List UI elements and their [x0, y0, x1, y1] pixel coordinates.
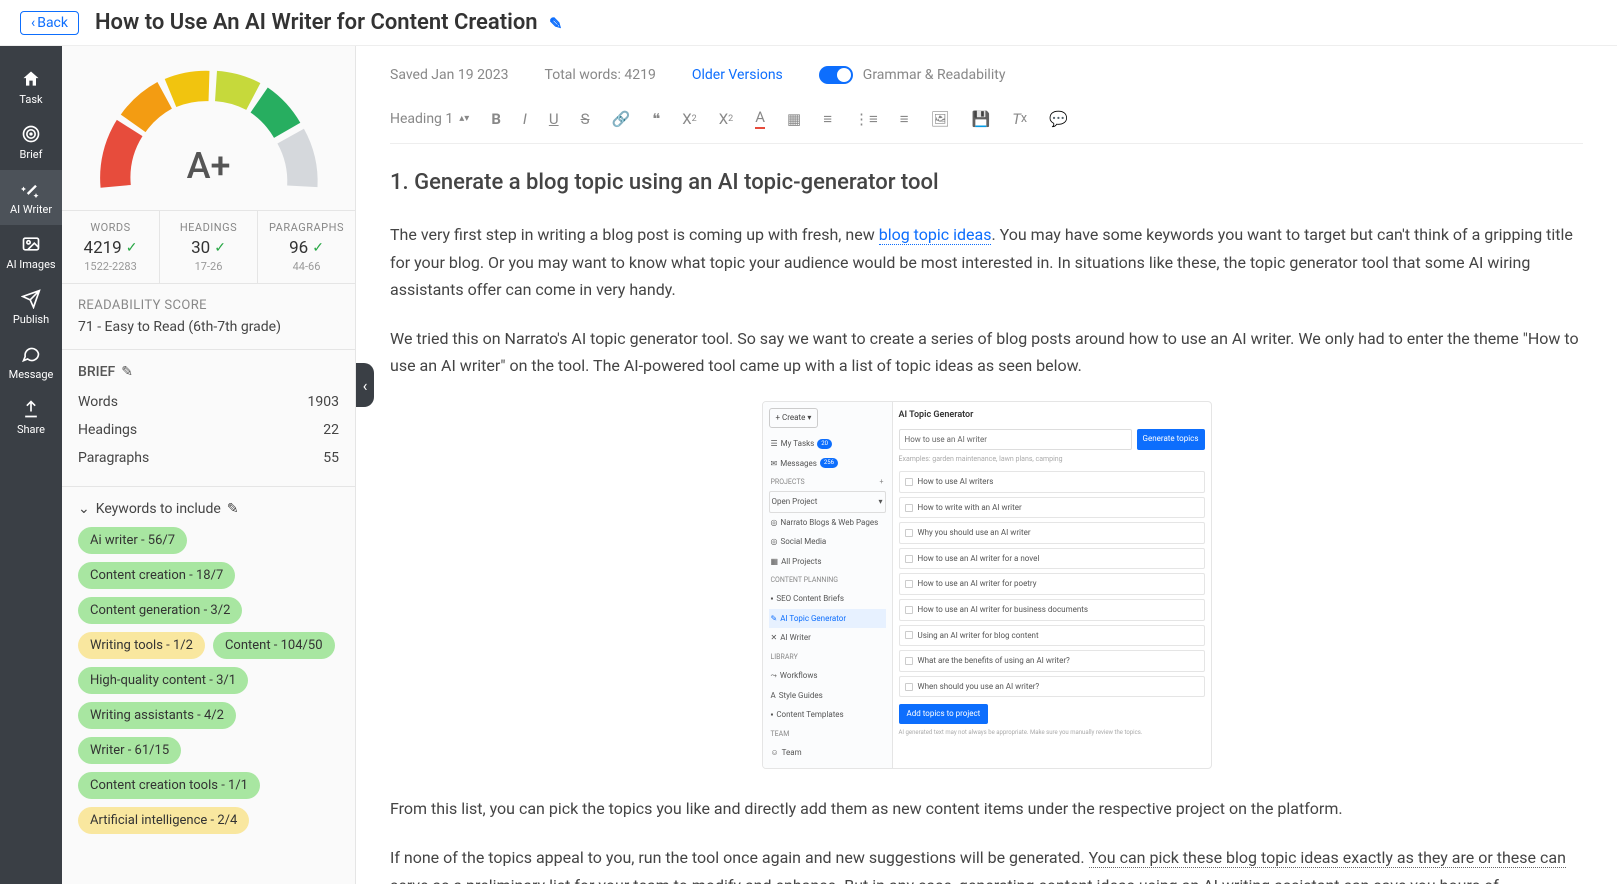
- edit-keywords-icon[interactable]: ✎: [227, 501, 239, 517]
- back-button[interactable]: ‹ Back: [20, 11, 79, 35]
- score-panel: A+ WORDS4219✓1522-2283HEADINGS30✓17-26PA…: [62, 46, 356, 884]
- total-words: Total words: 4219: [545, 67, 656, 83]
- saved-timestamp: Saved Jan 19 2023: [390, 67, 509, 83]
- back-label: Back: [37, 15, 68, 31]
- keyword-chip[interactable]: Content creation - 18/7: [78, 562, 235, 589]
- ordered-list-button[interactable]: ≡: [823, 110, 832, 128]
- brief-row: Words1903: [78, 388, 339, 416]
- content-p1: The very first step in writing a blog po…: [390, 221, 1583, 303]
- nav-rail: TaskBriefAI WriterAI ImagesPublishMessag…: [0, 46, 62, 884]
- stats-row: WORDS4219✓1522-2283HEADINGS30✓17-26PARAG…: [62, 210, 355, 284]
- nav-publish[interactable]: Publish: [0, 280, 62, 335]
- readability-value: 71 - Easy to Read (6th-7th grade): [78, 319, 339, 335]
- link-button[interactable]: 🔗: [612, 110, 631, 128]
- readability-title: READABILITY SCORE: [78, 298, 339, 313]
- heading-select[interactable]: Heading 1▴▾: [390, 111, 469, 127]
- content-p2: We tried this on Narrato's AI topic gene…: [390, 325, 1583, 379]
- keyword-chip[interactable]: Content - 104/50: [213, 632, 335, 659]
- comment-button[interactable]: 💬: [1049, 110, 1068, 128]
- grammar-toggle[interactable]: [819, 66, 853, 84]
- grammar-label: Grammar & Readability: [863, 67, 1006, 83]
- embedded-screenshot: + Create ▾ ☰My Tasks 20 ✉Messages 256 PR…: [762, 401, 1212, 769]
- brief-title: BRIEF ✎: [78, 364, 339, 380]
- nav-ai-images[interactable]: AI Images: [0, 225, 62, 280]
- stat-headings: HEADINGS30✓17-26: [160, 211, 258, 283]
- keyword-chip[interactable]: Content generation - 3/2: [78, 597, 242, 624]
- keyword-chips: Ai writer - 56/7 Content creation - 18/7 C…: [62, 527, 355, 850]
- underline-button[interactable]: U: [549, 110, 559, 128]
- content-p3: From this list, you can pick the topics …: [390, 795, 1583, 822]
- content-h1: 1. Generate a blog topic using an AI top…: [390, 164, 1583, 201]
- keyword-chip[interactable]: Ai writer - 56/7: [78, 527, 187, 554]
- blog-topic-link[interactable]: blog topic ideas: [879, 225, 992, 245]
- unordered-list-button[interactable]: ⋮≡: [854, 110, 878, 128]
- check-icon: ✓: [126, 240, 138, 256]
- bold-button[interactable]: B: [491, 110, 501, 128]
- collapse-panel-tab[interactable]: ‹: [356, 363, 374, 407]
- strike-button[interactable]: S: [581, 110, 590, 128]
- keyword-chip[interactable]: Writer - 61/15: [78, 737, 181, 764]
- brief-row: Paragraphs55: [78, 444, 339, 472]
- page-title: How to Use An AI Writer for Content Crea…: [95, 10, 562, 35]
- editor-toolbar: Heading 1▴▾ B I U S 🔗 ❝ X2 X2 A ▦ ≡ ⋮≡ ≡…: [390, 102, 1583, 144]
- chevron-left-icon: ‹: [31, 15, 35, 31]
- top-bar: ‹ Back How to Use An AI Writer for Conte…: [0, 0, 1617, 46]
- indent-button[interactable]: ≡: [900, 110, 909, 128]
- older-versions-link[interactable]: Older Versions: [692, 67, 783, 83]
- score-gauge: A+: [84, 58, 334, 198]
- stat-paragraphs: PARAGRAPHS96✓44-66: [258, 211, 355, 283]
- nav-task[interactable]: Task: [0, 60, 62, 115]
- keyword-chip[interactable]: High-quality content - 3/1: [78, 667, 248, 694]
- brief-row: Headings22: [78, 416, 339, 444]
- keyword-chip[interactable]: Artificial intelligence - 2/4: [78, 807, 249, 834]
- text-color-button[interactable]: A: [755, 108, 765, 129]
- subscript-button[interactable]: X2: [682, 110, 696, 128]
- editor-area: Saved Jan 19 2023 Total words: 4219 Olde…: [356, 46, 1617, 884]
- editor-content[interactable]: 1. Generate a blog topic using an AI top…: [390, 144, 1583, 884]
- nav-brief[interactable]: Brief: [0, 115, 62, 170]
- chevron-down-icon: ⌄: [78, 501, 90, 517]
- check-icon: ✓: [214, 240, 226, 256]
- chevron-left-icon: ‹: [363, 376, 368, 395]
- content-p4: If none of the topics appeal to you, run…: [390, 844, 1583, 884]
- highlight-button[interactable]: ▦: [787, 110, 801, 128]
- keywords-header[interactable]: ⌄ Keywords to include ✎: [78, 497, 339, 527]
- check-icon: ✓: [312, 240, 324, 256]
- grade: A+: [187, 145, 231, 187]
- nav-message[interactable]: Message: [0, 335, 62, 390]
- nav-ai-writer[interactable]: AI Writer: [0, 170, 62, 225]
- italic-button[interactable]: I: [523, 110, 527, 128]
- superscript-button[interactable]: X2: [719, 110, 733, 128]
- stat-words: WORDS4219✓1522-2283: [62, 211, 160, 283]
- keyword-chip[interactable]: Content creation tools - 1/1: [78, 772, 260, 799]
- edit-brief-icon[interactable]: ✎: [121, 364, 133, 380]
- keyword-chip[interactable]: Writing assistants - 4/2: [78, 702, 236, 729]
- quote-button[interactable]: ❝: [652, 110, 660, 128]
- edit-title-icon[interactable]: ✎: [549, 14, 562, 33]
- embed-create-button: + Create ▾: [769, 408, 819, 428]
- image-button[interactable]: 🖼: [930, 110, 949, 128]
- keyword-chip[interactable]: Writing tools - 1/2: [78, 632, 205, 659]
- save-button[interactable]: 💾: [972, 110, 991, 128]
- clear-format-button[interactable]: Tx: [1012, 110, 1027, 128]
- nav-share[interactable]: Share: [0, 390, 62, 445]
